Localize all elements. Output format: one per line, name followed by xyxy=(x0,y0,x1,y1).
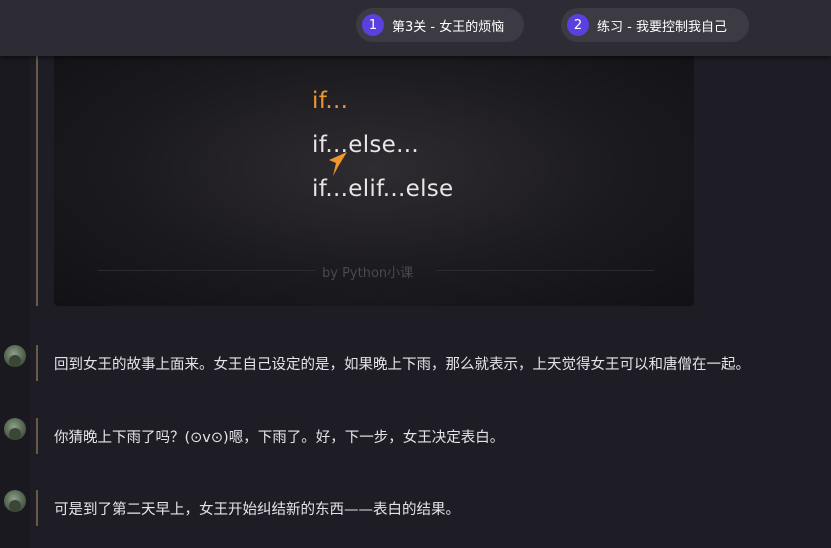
timeline-bar xyxy=(36,56,38,306)
step-navigation-bar: 1 第3关 - 女王的烦恼 2 练习 - 我要控制我自己 xyxy=(0,0,831,56)
step-2-button[interactable]: 2 练习 - 我要控制我自己 xyxy=(561,8,749,42)
step-label: 练习 - 我要控制我自己 xyxy=(597,19,727,35)
avatar xyxy=(4,345,26,367)
message-text: 你猜晚上下雨了吗？(⊙v⊙)嗯，下雨了。好，下一步，女王决定表白。 xyxy=(54,430,505,446)
chat-message: 回到女王的故事上面来。女王自己设定的是，如果晚上下雨，那么就表示，上天觉得女王可… xyxy=(0,345,831,385)
step-1-button[interactable]: 1 第3关 - 女王的烦恼 xyxy=(356,8,524,42)
message-text: 可是到了第二天早上，女王开始纠结新的东西——表白的结果。 xyxy=(54,502,460,518)
message-accent-bar xyxy=(36,418,38,454)
lesson-page: 1 第3关 - 女王的烦恼 2 练习 - 我要控制我自己 if... if...… xyxy=(0,0,831,548)
slide-divider xyxy=(98,270,316,271)
message-accent-bar xyxy=(36,345,38,381)
slide-code-line: if...elif...else xyxy=(312,176,454,202)
slide-divider xyxy=(436,270,654,271)
message-accent-bar xyxy=(36,490,38,526)
chat-message: 可是到了第二天早上，女王开始纠结新的东西——表白的结果。 xyxy=(0,490,831,530)
step-label: 第3关 - 女王的烦恼 xyxy=(392,19,505,35)
avatar xyxy=(4,490,26,512)
step-number-badge: 2 xyxy=(567,14,589,36)
slide-credit: by Python小课 xyxy=(322,266,414,281)
chat-message: 你猜晚上下雨了吗？(⊙v⊙)嗯，下雨了。好，下一步，女王决定表白。 xyxy=(0,418,831,458)
slide-code-line: if...else... xyxy=(312,132,419,158)
slide-code-line: if... xyxy=(312,88,349,114)
step-number-badge: 1 xyxy=(362,14,384,36)
left-gutter xyxy=(0,56,30,548)
message-text: 回到女王的故事上面来。女王自己设定的是，如果晚上下雨，那么就表示，上天觉得女王可… xyxy=(54,357,750,373)
avatar xyxy=(4,418,26,440)
lesson-slide-image: if... if...else... if...elif...else by P… xyxy=(54,56,694,306)
